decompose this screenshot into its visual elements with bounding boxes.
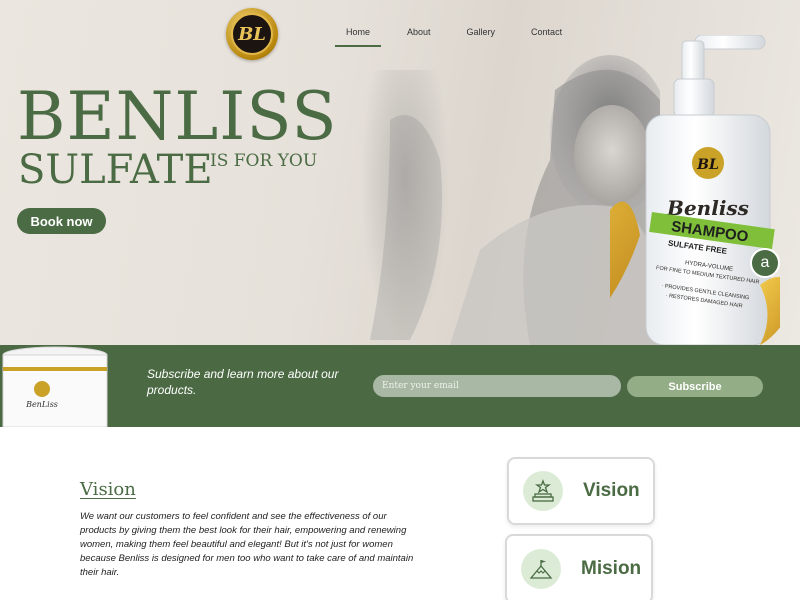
subscribe-button[interactable]: Subscribe (627, 376, 763, 397)
hero-brand-title: BENLISS (17, 78, 338, 155)
vision-card[interactable]: Vision (507, 457, 655, 525)
nav-about-link[interactable]: About (407, 27, 431, 47)
nav-contact-link[interactable]: Contact (531, 27, 562, 47)
email-input[interactable] (373, 375, 621, 397)
jar-brand-label: BenLiss (25, 400, 58, 409)
at-badge-icon[interactable]: a (750, 248, 780, 278)
vision-card-label: Vision (583, 480, 640, 501)
brand-logo[interactable]: BL (226, 8, 278, 60)
mountain-flag-icon (521, 549, 561, 589)
shampoo-bottle-image: BL Benliss SHAMPOO SULFATE FREE HYDRA-VO… (610, 35, 780, 345)
product-jar-image: BenLiss (2, 346, 108, 427)
podium-star-icon (523, 471, 563, 511)
vision-paragraph: We want our customers to feel confident … (80, 511, 414, 578)
logo-inner: BL (231, 13, 273, 55)
subscribe-text: Subscribe and learn more about our produ… (147, 367, 339, 397)
hero-tagline: IS FOR YOU (210, 151, 318, 171)
hero-sub-title: SULFATE (18, 147, 213, 193)
book-now-button[interactable]: Book now (17, 208, 106, 234)
mision-card[interactable]: Mision (505, 534, 653, 600)
logo-monogram: BL (238, 23, 266, 45)
vision-heading: Vision (80, 479, 136, 500)
hair-wisp-decoration (360, 70, 450, 340)
nav-gallery-link[interactable]: Gallery (467, 27, 496, 47)
main-nav: Home About Gallery Contact (335, 27, 562, 47)
mision-card-label: Mision (581, 558, 642, 579)
nav-home-link[interactable]: Home (335, 27, 381, 47)
bottle-logo-text: BL (696, 157, 719, 173)
